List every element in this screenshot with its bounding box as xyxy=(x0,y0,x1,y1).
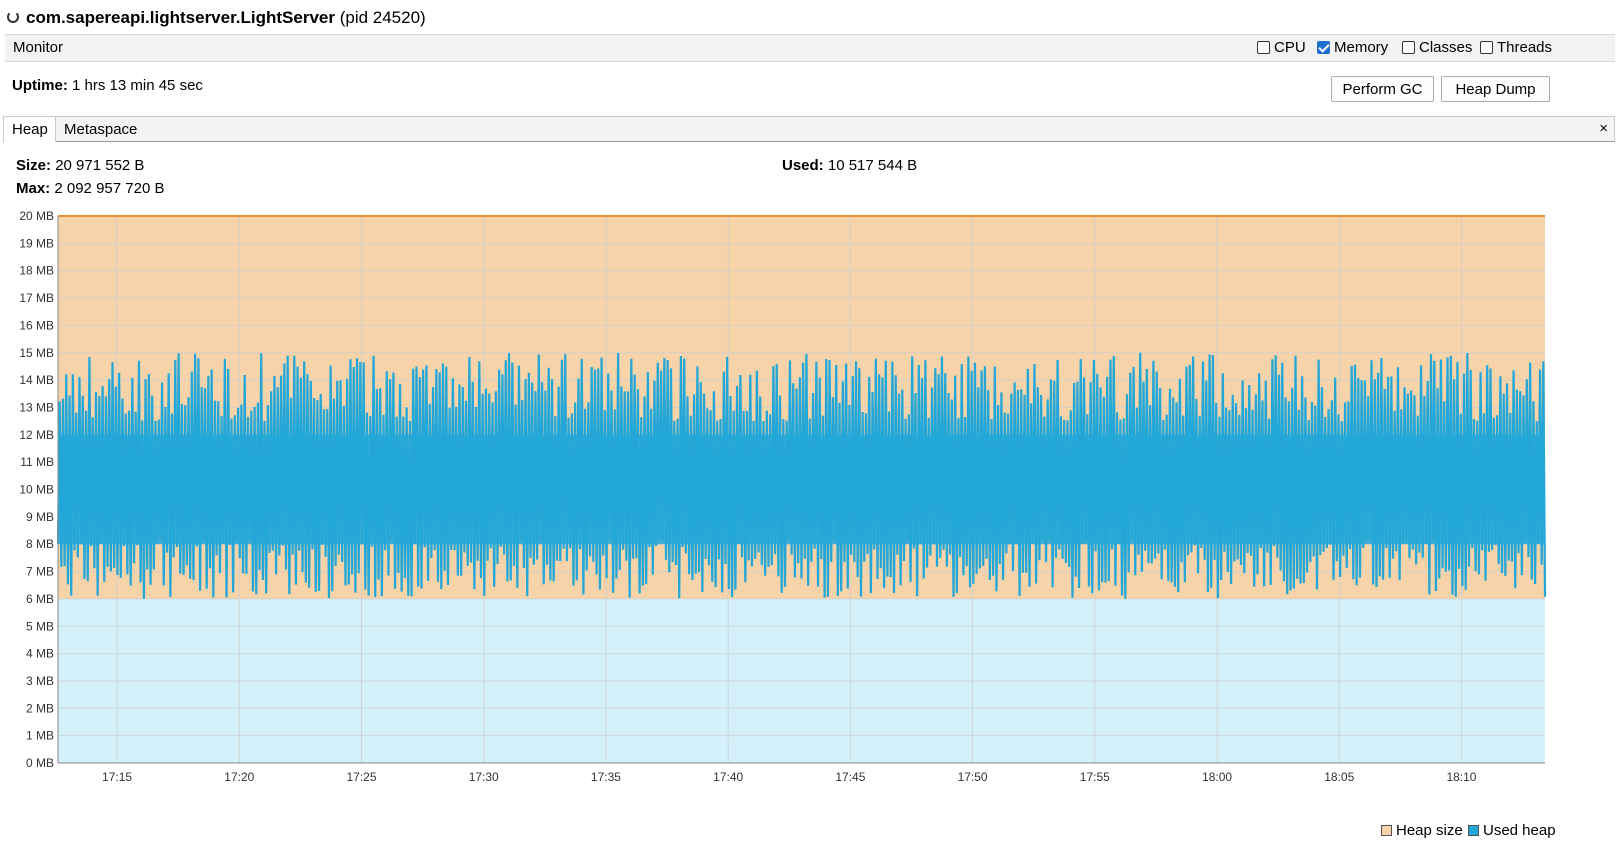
y-tick-label: 0 MB xyxy=(26,756,54,770)
memory-checkbox-label: Memory xyxy=(1334,39,1389,56)
tab-metaspace[interactable]: Metaspace xyxy=(56,117,142,142)
y-tick-label: 18 MB xyxy=(19,264,54,278)
classes-checkbox-label: Classes xyxy=(1419,39,1473,56)
x-tick-label: 17:45 xyxy=(835,770,865,784)
perform-gc-button[interactable]: Perform GC xyxy=(1331,76,1434,102)
y-tick-label: 7 MB xyxy=(26,565,54,579)
x-tick-label: 17:40 xyxy=(713,770,743,784)
uptime-label: Uptime: xyxy=(12,77,68,94)
y-tick-label: 15 MB xyxy=(19,346,54,360)
pid-text: (pid 24520) xyxy=(339,8,426,27)
y-tick-label: 19 MB xyxy=(19,236,54,250)
y-tick-label: 4 MB xyxy=(26,647,54,661)
y-tick-label: 8 MB xyxy=(26,537,54,551)
legend-heap-size: Heap size xyxy=(1381,822,1463,839)
x-tick-label: 18:05 xyxy=(1324,770,1354,784)
size-label: Size: xyxy=(16,157,52,174)
legend-used-heap-label: Used heap xyxy=(1483,822,1556,839)
uptime: Uptime: 1 hrs 13 min 45 sec xyxy=(12,77,203,94)
classes-checkbox-box[interactable] xyxy=(1402,41,1415,54)
y-tick-label: 10 MB xyxy=(19,483,54,497)
y-tick-label: 9 MB xyxy=(26,510,54,524)
y-tick-label: 1 MB xyxy=(26,729,54,743)
x-tick-label: 18:00 xyxy=(1202,770,1232,784)
memory-checkbox[interactable]: Memory xyxy=(1317,39,1388,56)
threads-checkbox-label: Threads xyxy=(1497,39,1553,56)
y-tick-label: 17 MB xyxy=(19,291,54,305)
uptime-value: 1 hrs 13 min 45 sec xyxy=(72,77,203,94)
cpu-checkbox[interactable]: CPU xyxy=(1257,39,1306,56)
used-heap-swatch xyxy=(1468,825,1479,836)
x-tick-label: 18:10 xyxy=(1446,770,1476,784)
tab-bar: Heap Metaspace × xyxy=(3,116,1615,142)
legend-used-heap: Used heap xyxy=(1468,822,1556,839)
y-tick-label: 12 MB xyxy=(19,428,54,442)
y-tick-label: 6 MB xyxy=(26,592,54,606)
y-tick-label: 20 MB xyxy=(19,209,54,223)
used-value: 10 517 544 B xyxy=(827,157,918,174)
x-tick-label: 17:30 xyxy=(469,770,499,784)
monitor-bar: Monitor CPU Memory Classes Threads xyxy=(5,34,1615,62)
memory-checkbox-box[interactable] xyxy=(1317,41,1330,54)
used-heap-band xyxy=(58,434,1545,545)
x-tick-label: 17:20 xyxy=(224,770,254,784)
used-label: Used: xyxy=(782,157,824,174)
max-label: Max: xyxy=(16,180,51,197)
y-tick-label: 16 MB xyxy=(19,318,54,332)
size-value: 20 971 552 B xyxy=(55,157,145,174)
legend-heap-size-label: Heap size xyxy=(1396,822,1463,839)
y-tick-label: 11 MB xyxy=(20,455,54,469)
y-tick-label: 2 MB xyxy=(26,701,54,715)
heap-size-swatch xyxy=(1381,825,1392,836)
monitor-label: Monitor xyxy=(13,39,64,56)
y-tick-label: 3 MB xyxy=(26,674,54,688)
classes-checkbox[interactable]: Classes xyxy=(1402,39,1472,56)
threads-checkbox[interactable]: Threads xyxy=(1480,39,1552,56)
loading-spinner-icon xyxy=(7,11,19,23)
y-tick-label: 13 MB xyxy=(19,400,54,414)
threads-checkbox-box[interactable] xyxy=(1480,41,1493,54)
used-stat: Used: 10 517 544 B xyxy=(782,157,917,174)
x-tick-label: 17:25 xyxy=(346,770,376,784)
app-name: com.sapereapi.lightserver.LightServer xyxy=(26,8,335,27)
y-tick-label: 14 MB xyxy=(19,373,54,387)
x-tick-label: 17:55 xyxy=(1080,770,1110,784)
cpu-checkbox-label: CPU xyxy=(1274,39,1306,56)
heap-chart: 0 MB 1 MB 2 MB 3 MB 4 MB 5 MB 6 MB 7 MB 8 MB 9 MB… xyxy=(19,209,1547,784)
tab-heap[interactable]: Heap xyxy=(4,117,56,142)
cpu-checkbox-box[interactable] xyxy=(1257,41,1270,54)
title-bar: com.sapereapi.lightserver.LightServer (p… xyxy=(0,0,1623,34)
x-tick-label: 17:35 xyxy=(591,770,621,784)
app-title: com.sapereapi.lightserver.LightServer (p… xyxy=(26,8,426,28)
x-tick-label: 17:15 xyxy=(102,770,132,784)
x-tick-label: 17:50 xyxy=(958,770,988,784)
max-stat: Max: 2 092 957 720 B xyxy=(16,180,164,197)
close-icon[interactable]: × xyxy=(1599,120,1608,137)
size-stat: Size: 20 971 552 B xyxy=(16,157,144,174)
y-tick-label: 5 MB xyxy=(26,619,54,633)
max-value: 2 092 957 720 B xyxy=(54,180,165,197)
heap-dump-button[interactable]: Heap Dump xyxy=(1441,76,1550,102)
